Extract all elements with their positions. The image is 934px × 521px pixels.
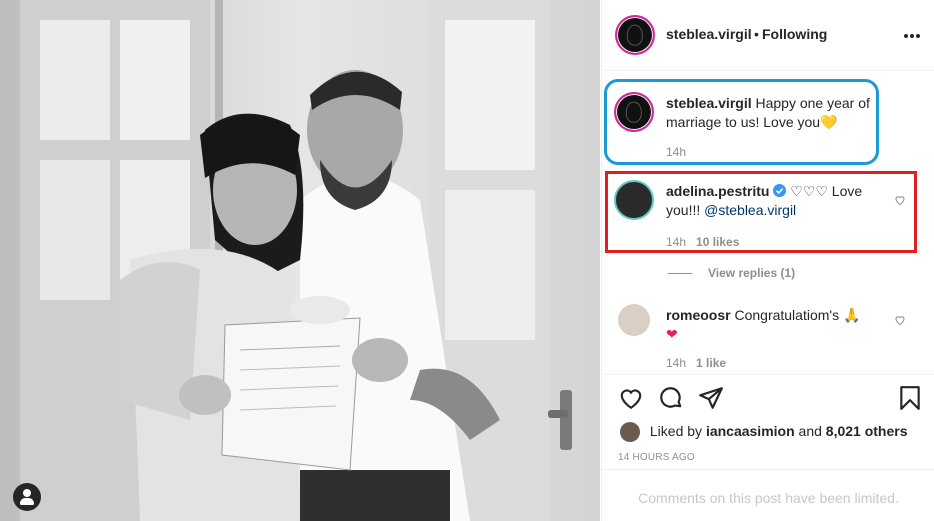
view-replies-button[interactable]: View replies (1) <box>668 266 795 280</box>
liker-avatar[interactable] <box>620 422 640 443</box>
author-username[interactable]: steblea.virgil <box>666 26 752 42</box>
author-avatar[interactable] <box>615 15 655 55</box>
comment-highlight-box <box>605 171 917 253</box>
header-separator: • <box>754 26 759 42</box>
comment-likes[interactable]: 1 like <box>696 356 726 370</box>
liker-username[interactable]: iancaasimion <box>706 423 795 439</box>
red-heart-icon: ❤ <box>666 326 678 342</box>
comment-time[interactable]: 14h <box>666 356 686 370</box>
tagged-user-icon[interactable] <box>13 483 41 511</box>
action-bar <box>602 374 934 418</box>
commenter-avatar[interactable] <box>618 304 650 336</box>
like-comment-heart-icon[interactable] <box>894 314 906 326</box>
following-button[interactable]: Following <box>762 26 827 42</box>
share-icon[interactable] <box>698 385 724 411</box>
likes-prefix: Liked by <box>649 423 703 439</box>
post-photo[interactable] <box>0 0 600 521</box>
comment-body: Congratulatiom's <box>734 307 840 323</box>
comment-icon[interactable] <box>658 385 684 411</box>
caption-highlight-box <box>604 79 879 165</box>
comments-limited-notice: Comments on this post have been limited. <box>602 469 934 521</box>
post-header: steblea.virgil • Following <box>602 0 934 71</box>
view-replies-label: View replies (1) <box>708 266 796 280</box>
save-bookmark-icon[interactable] <box>897 385 923 411</box>
likes-and: and <box>798 423 822 439</box>
praying-hands-icon: 🙏 <box>842 307 861 323</box>
couple-photo-illustration <box>0 0 600 521</box>
more-horizontal-icon[interactable] <box>904 34 920 38</box>
comment-username[interactable]: romeoosr <box>666 307 731 323</box>
comment-meta: 14h 1 like <box>666 356 726 370</box>
likes-count[interactable]: 8,021 others <box>826 423 908 439</box>
likes-summary: Liked by iancaasimion and 8,021 others <box>620 421 908 443</box>
post-timestamp[interactable]: 14 HOURS AGO <box>618 452 695 463</box>
comment-text: romeoosr Congratulatiom's 🙏 ❤ <box>666 306 881 344</box>
like-heart-icon[interactable] <box>618 385 644 411</box>
